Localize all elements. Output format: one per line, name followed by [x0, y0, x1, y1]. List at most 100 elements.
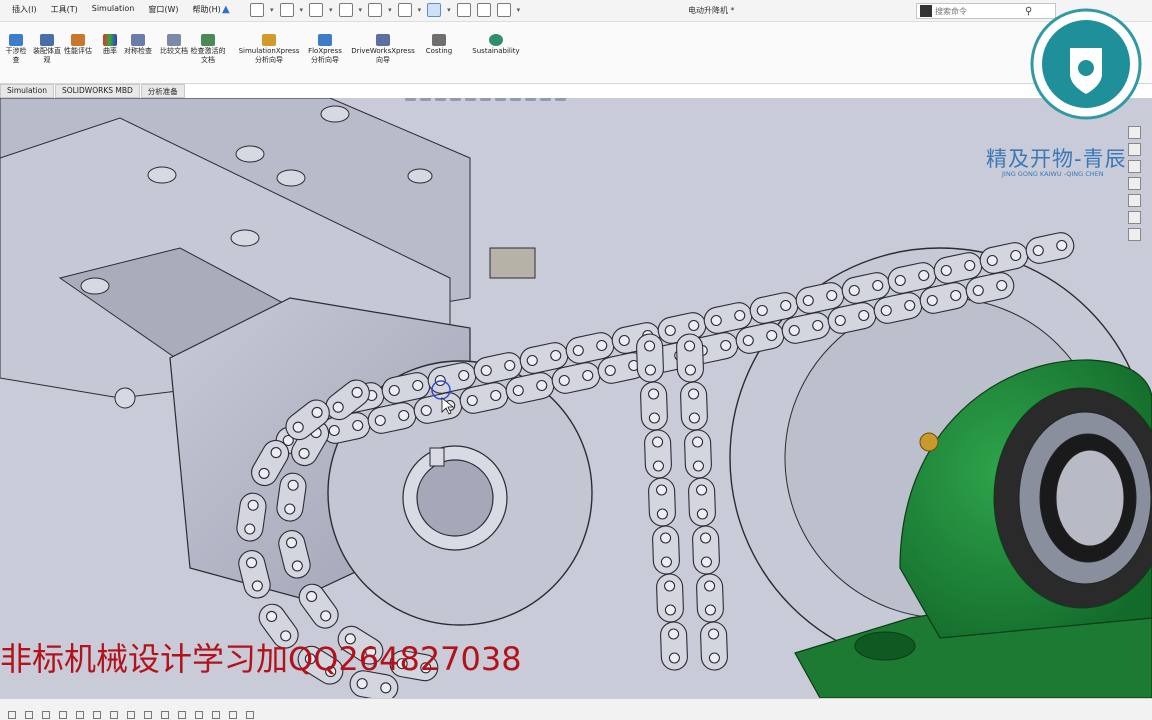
trim-tool-icon[interactable] — [93, 711, 101, 719]
curvature-button[interactable]: 曲率 — [98, 34, 122, 56]
chain-pin — [848, 284, 860, 297]
chain-pin — [420, 404, 432, 417]
rectangle-tool-icon[interactable] — [25, 711, 33, 719]
pin-icon[interactable]: ▲ — [222, 4, 230, 15]
simulationxpress-icon — [262, 34, 276, 46]
tab-simulation[interactable]: Simulation — [0, 84, 54, 98]
interference-button[interactable]: 干涉检查 — [4, 34, 28, 65]
zoom-fit-icon[interactable] — [405, 98, 416, 101]
spline-tool-icon[interactable] — [76, 711, 84, 719]
arc-tool-icon[interactable] — [59, 711, 67, 719]
zoom-area-icon[interactable] — [420, 98, 431, 101]
chain-pin — [247, 499, 259, 511]
circle-tool-icon[interactable] — [42, 711, 50, 719]
graphics-viewport[interactable] — [0, 98, 1152, 698]
polygon-tool-icon[interactable] — [229, 711, 237, 719]
undo-icon[interactable] — [368, 3, 383, 17]
select-icon[interactable] — [427, 3, 442, 17]
chain-pin — [292, 421, 304, 433]
chain-pin — [668, 652, 680, 664]
new-file-icon[interactable] — [250, 3, 264, 17]
file-properties-icon[interactable] — [476, 3, 491, 17]
design-library-icon[interactable] — [1128, 160, 1141, 173]
chain-pin — [872, 279, 884, 292]
rebuild-icon[interactable] — [456, 3, 471, 17]
redo-icon[interactable] — [397, 3, 412, 17]
chain-pin — [880, 304, 892, 317]
chain-pin — [504, 359, 516, 372]
previous-view-icon[interactable] — [435, 98, 446, 101]
watermark-brand: 精及开物-青辰 — [986, 147, 1127, 171]
chain-pin — [480, 364, 492, 377]
menu-insert[interactable]: 插入(I) — [12, 4, 37, 15]
custom-properties-icon[interactable] — [1128, 211, 1141, 224]
point-tool-icon[interactable] — [178, 711, 186, 719]
hide-show-icon[interactable] — [510, 98, 521, 101]
view-orientation-icon[interactable] — [480, 98, 491, 101]
performance-icon — [71, 34, 85, 46]
apply-scene-icon[interactable] — [540, 98, 551, 101]
text-tool-icon[interactable] — [246, 711, 254, 719]
relation-tool-icon[interactable] — [161, 711, 169, 719]
floxpress-button[interactable]: FloXpress 分析向导 — [304, 34, 346, 65]
search-input[interactable] — [935, 6, 1025, 16]
driveworksxpress-icon — [376, 34, 390, 46]
chain-pin — [826, 289, 838, 302]
menu-window[interactable]: 窗口(W) — [148, 4, 178, 15]
line-tool-icon[interactable] — [8, 711, 16, 719]
chain-pin — [412, 379, 424, 392]
chain-pin — [332, 401, 344, 413]
chain-pin — [572, 344, 584, 357]
chain-pin — [466, 394, 478, 407]
solidworks-forum-icon[interactable] — [1128, 228, 1141, 241]
section-view-icon[interactable] — [450, 98, 461, 101]
simulationxpress-button[interactable]: SimulationXpress 分析向导 — [236, 34, 302, 65]
save-icon[interactable] — [309, 3, 324, 17]
command-tabs: Simulation SOLIDWORKS MBD 分析准备 — [0, 84, 186, 98]
chain-pin — [558, 374, 570, 387]
view-settings-icon[interactable] — [555, 98, 566, 101]
chain-pin — [352, 419, 364, 432]
chain-pin — [742, 334, 754, 347]
mirror-tool-icon[interactable] — [127, 711, 135, 719]
sustainability-button[interactable]: Sustainability — [468, 34, 524, 56]
driveworksxpress-button[interactable]: DriveWorksXpress 向导 — [348, 34, 418, 65]
assembly-visualization-button[interactable]: 装配体直观 — [32, 34, 62, 65]
open-file-icon[interactable] — [279, 3, 294, 17]
menu-help[interactable]: 帮助(H) — [193, 4, 221, 15]
chain-pin — [904, 299, 916, 312]
check-document-button[interactable]: 检查激活的文档 — [190, 34, 226, 65]
dimension-tool-icon[interactable] — [144, 711, 152, 719]
interference-icon — [9, 34, 23, 46]
menu-tools[interactable]: 工具(T) — [51, 4, 78, 15]
compare-button[interactable]: 比较文档 — [160, 34, 188, 56]
task-pane-tabs — [1128, 126, 1144, 241]
slot-tool-icon[interactable] — [212, 711, 220, 719]
menu-bar: 插入(I) 工具(T) Simulation 窗口(W) 帮助(H) — [12, 4, 221, 15]
dynamic-annotation-icon[interactable] — [465, 98, 476, 101]
chain-pin — [780, 299, 792, 312]
performance-button[interactable]: 性能评估 — [64, 34, 92, 56]
display-style-icon[interactable] — [495, 98, 506, 101]
options-gear-icon[interactable] — [496, 3, 511, 17]
tab-solidworks-mbd[interactable]: SOLIDWORKS MBD — [54, 84, 140, 98]
chain-pin — [270, 447, 282, 459]
menu-simulation[interactable]: Simulation — [92, 4, 135, 15]
file-explorer-icon[interactable] — [1128, 177, 1141, 190]
chain-pin — [788, 324, 800, 337]
chain-pin — [834, 314, 846, 327]
appearances-icon[interactable] — [1128, 194, 1141, 207]
chain-pin — [664, 604, 676, 616]
tab-analysis-prep[interactable]: 分析准备 — [140, 84, 185, 98]
centerline-tool-icon[interactable] — [195, 711, 203, 719]
offset-tool-icon[interactable] — [110, 711, 118, 719]
print-icon[interactable] — [338, 3, 353, 17]
costing-button[interactable]: Costing — [422, 34, 456, 56]
resources-icon[interactable] — [1128, 143, 1141, 156]
chain-pin — [684, 340, 696, 352]
edit-appearance-icon[interactable] — [525, 98, 536, 101]
document-title: 电动升降机 * — [688, 6, 735, 15]
symmetry-button[interactable]: 对称检查 — [124, 34, 152, 56]
home-icon[interactable] — [1128, 126, 1141, 139]
chain-pin — [708, 652, 720, 664]
